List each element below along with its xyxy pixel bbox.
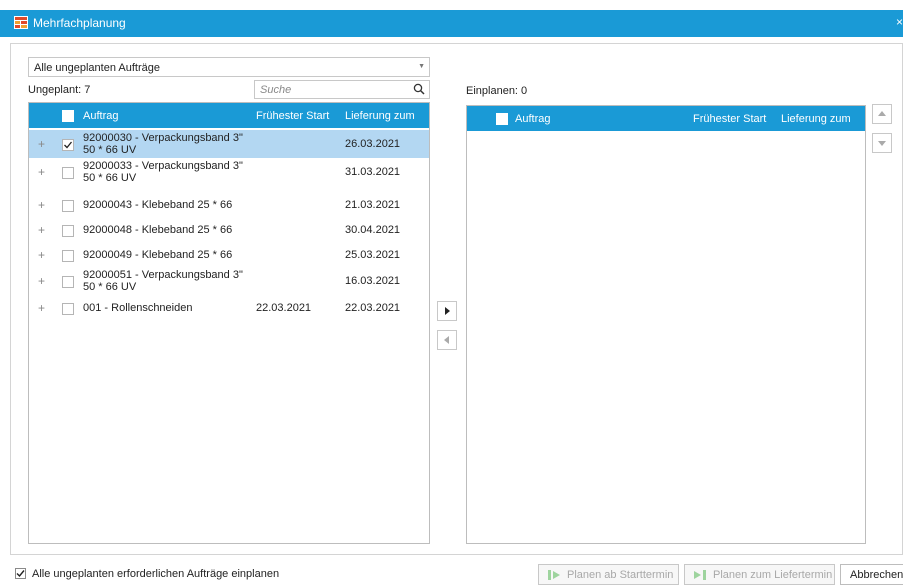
checkmark-icon	[64, 141, 73, 149]
row-checkbox[interactable]	[62, 167, 74, 179]
move-left-button[interactable]	[437, 330, 457, 350]
column-earliest-start[interactable]: Frühester Start	[693, 113, 766, 125]
checkmark-icon	[16, 570, 25, 578]
expand-plus-icon[interactable]: +	[38, 198, 45, 212]
delivery-value: 30.04.2021	[345, 224, 401, 236]
grid-header: Auftrag Frühester Start Lieferung zum	[467, 106, 865, 131]
column-earliest-start[interactable]: Frühester Start	[256, 110, 329, 122]
order-name: 92000048 - Klebeband 25 * 66	[83, 224, 233, 236]
planned-count-label: Einplanen: 0	[466, 85, 528, 97]
arrow-down-icon	[878, 141, 886, 146]
search-placeholder: Suche	[260, 84, 292, 96]
plan-to-delivery-label: Planen zum Liefertermin	[713, 569, 833, 581]
table-row[interactable]: +92000033 - Verpackungsband 3" 50 * 66 U…	[29, 158, 429, 186]
table-row[interactable]: +92000048 - Klebeband 25 * 66 30.04.2021	[29, 217, 429, 242]
table-row[interactable]: +92000051 - Verpackungsband 3" 50 * 66 U…	[29, 267, 429, 295]
delivery-value: 26.03.2021	[345, 138, 401, 150]
plan-backward-icon	[694, 570, 706, 580]
auto-plan-checkbox[interactable]	[15, 568, 26, 579]
row-checkbox[interactable]	[62, 250, 74, 262]
row-checkbox[interactable]	[62, 303, 74, 315]
cancel-label: Abbrechen	[850, 569, 903, 581]
order-name: 92000030 - Verpackungsband 3" 50 * 66 UV	[83, 132, 243, 156]
auto-plan-label: Alle ungeplanten erforderlichen Aufträge…	[32, 568, 280, 580]
order-name: 92000043 - Klebeband 25 * 66	[83, 199, 233, 211]
arrow-up-icon	[878, 111, 886, 116]
earliest-start-value: 22.03.2021	[256, 302, 312, 314]
expand-plus-icon[interactable]: +	[38, 165, 45, 179]
table-row[interactable]: +001 - Rollenschneiden 22.03.2021 22.03.20…	[29, 295, 429, 320]
plan-from-start-label: Planen ab Starttermin	[567, 569, 674, 581]
delivery-value: 25.03.2021	[345, 249, 401, 261]
unplanned-count-label: Ungeplant: 7	[28, 84, 91, 96]
delivery-value: 22.03.2021	[345, 302, 401, 314]
table-row[interactable]: +92000030 - Verpackungsband 3" 50 * 66 U…	[29, 130, 429, 158]
column-order[interactable]: Auftrag	[515, 113, 550, 125]
table-row[interactable]: +92000049 - Klebeband 25 * 66 25.03.2021	[29, 242, 429, 267]
column-delivery[interactable]: Lieferung zum	[345, 110, 415, 122]
column-order[interactable]: Auftrag	[83, 110, 118, 122]
arrow-right-icon	[445, 307, 450, 315]
chevron-down-icon: ▼	[418, 63, 425, 70]
filter-dropdown[interactable]: Alle ungeplanten Aufträge ▼	[28, 57, 430, 77]
delivery-value: 31.03.2021	[345, 166, 401, 178]
app-grid-icon	[14, 16, 28, 29]
expand-plus-icon[interactable]: +	[38, 223, 45, 237]
order-name: 92000051 - Verpackungsband 3" 50 * 66 UV	[83, 269, 243, 293]
expand-plus-icon[interactable]: +	[38, 248, 45, 262]
row-checkbox[interactable]	[62, 139, 74, 151]
select-all-checkbox[interactable]	[496, 113, 508, 125]
move-down-button[interactable]	[872, 133, 892, 153]
close-icon[interactable]: ×	[896, 15, 903, 29]
plan-forward-icon	[548, 570, 560, 580]
title-bar	[0, 10, 903, 37]
order-name: 92000033 - Verpackungsband 3" 50 * 66 UV	[83, 160, 243, 184]
top-margin	[0, 0, 903, 10]
move-up-button[interactable]	[872, 104, 892, 124]
delivery-value: 21.03.2021	[345, 199, 401, 211]
search-input[interactable]: Suche	[254, 80, 430, 99]
table-row[interactable]: +92000043 - Klebeband 25 * 66 21.03.2021	[29, 192, 429, 217]
move-right-button[interactable]	[437, 301, 457, 321]
search-icon	[413, 83, 425, 95]
column-delivery[interactable]: Lieferung zum	[781, 113, 851, 125]
planned-grid: Auftrag Frühester Start Lieferung zum	[466, 105, 866, 544]
window-title: Mehrfachplanung	[33, 16, 126, 30]
cancel-button[interactable]: Abbrechen	[840, 564, 903, 585]
grid-header: Auftrag Frühester Start Lieferung zum	[29, 103, 429, 128]
delivery-value: 16.03.2021	[345, 275, 401, 287]
unplanned-grid: Auftrag Frühester Start Lieferung zum +9…	[28, 102, 430, 544]
order-name: 001 - Rollenschneiden	[83, 302, 193, 314]
row-checkbox[interactable]	[62, 225, 74, 237]
arrow-left-icon	[444, 336, 449, 344]
expand-plus-icon[interactable]: +	[38, 301, 45, 315]
expand-plus-icon[interactable]: +	[38, 274, 45, 288]
plan-to-delivery-button[interactable]: Planen zum Liefertermin	[684, 564, 835, 585]
order-name: 92000049 - Klebeband 25 * 66	[83, 249, 233, 261]
row-checkbox[interactable]	[62, 200, 74, 212]
select-all-checkbox[interactable]	[62, 110, 74, 122]
row-checkbox[interactable]	[62, 276, 74, 288]
plan-from-start-button[interactable]: Planen ab Starttermin	[538, 564, 679, 585]
filter-selected-value: Alle ungeplanten Aufträge	[34, 62, 160, 74]
expand-plus-icon[interactable]: +	[38, 137, 45, 151]
